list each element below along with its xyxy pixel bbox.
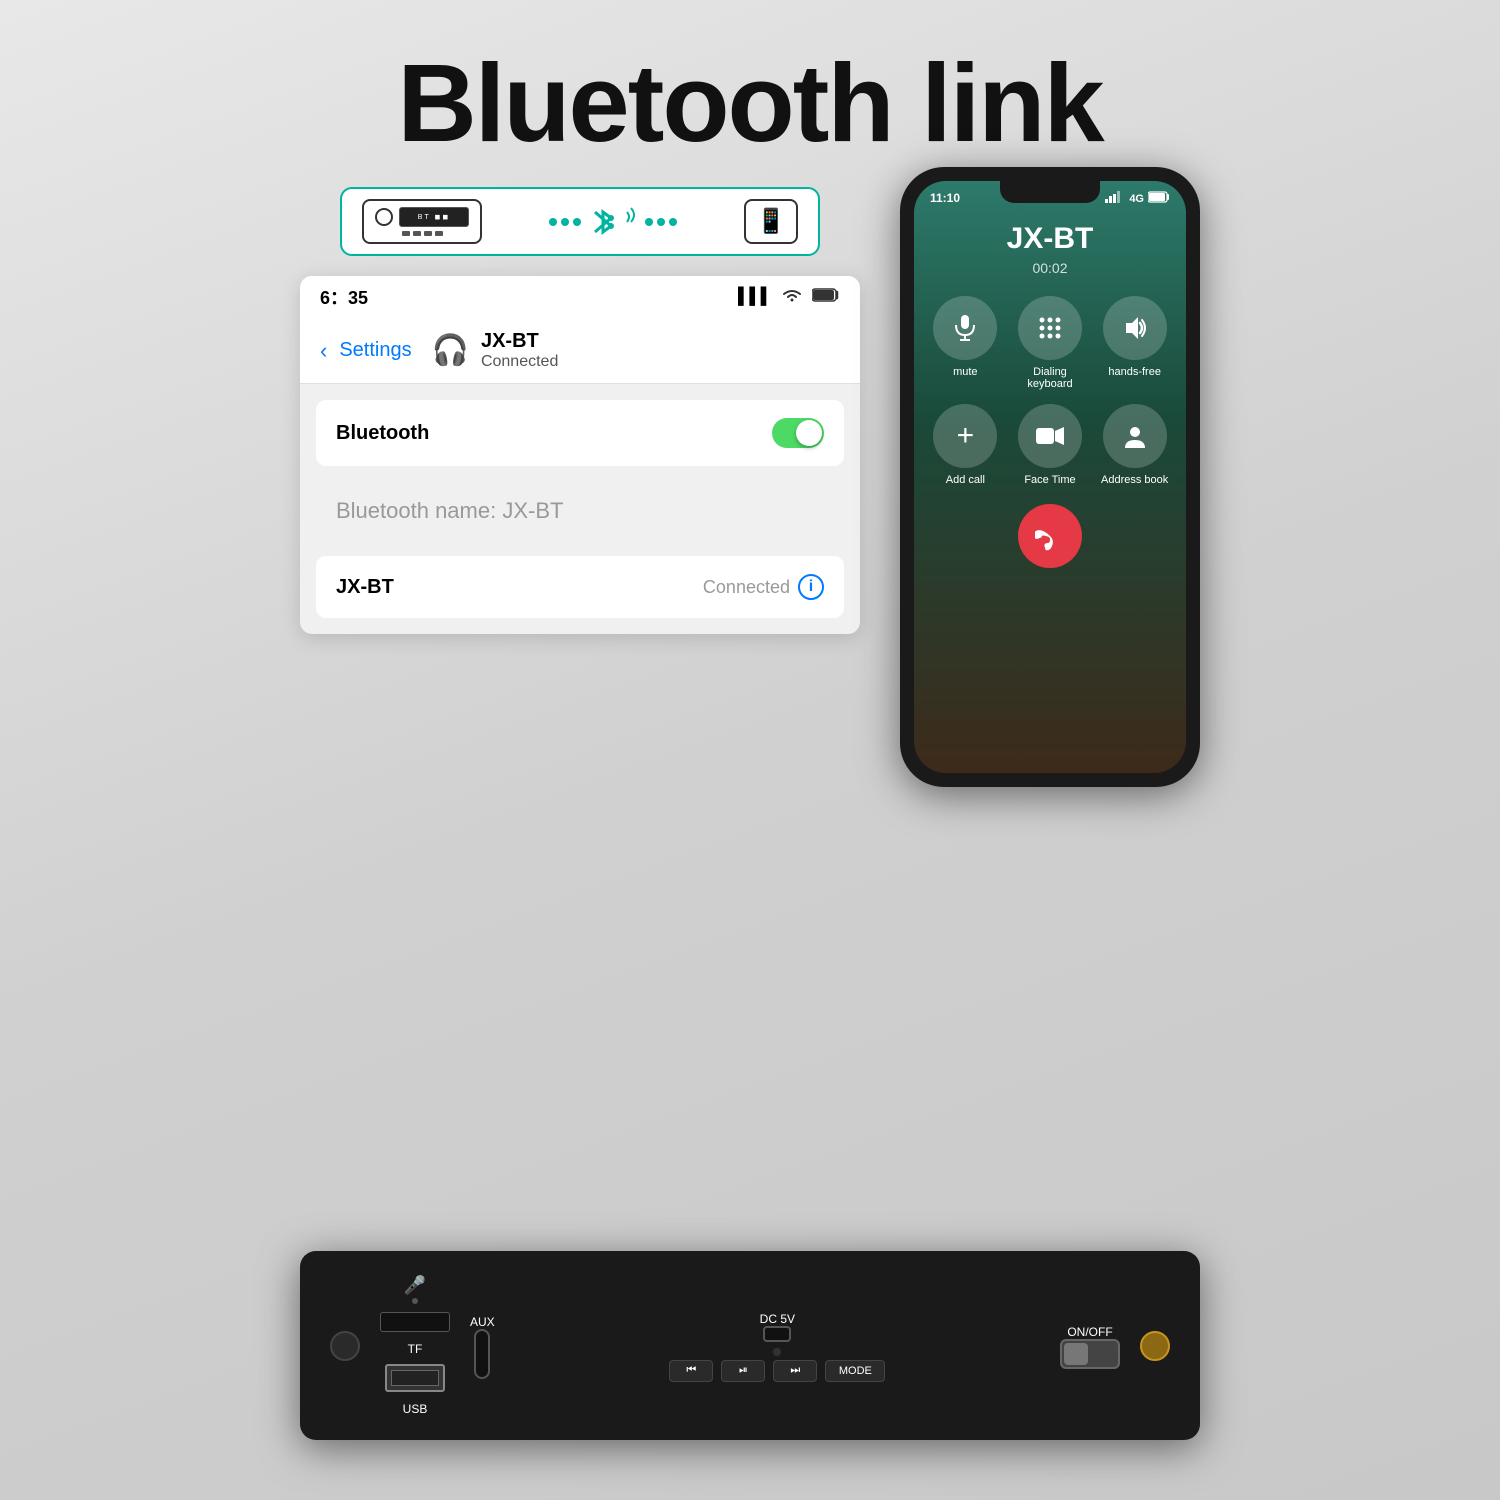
phone-status-right: 4G: [1105, 191, 1170, 206]
ios-bluetooth-header: ‹ Settings 🎧 JX-BT Connected: [300, 318, 860, 384]
address-book-icon: [1103, 404, 1167, 468]
info-button[interactable]: i: [798, 574, 824, 600]
add-call-button[interactable]: + Add call: [930, 404, 1001, 486]
add-call-icon: +: [933, 404, 997, 468]
usb-port: [385, 1364, 445, 1392]
connector-diagram: BT ◼◼: [340, 187, 820, 256]
back-arrow-icon[interactable]: ‹: [320, 338, 327, 364]
tf-label: TF: [408, 1342, 423, 1356]
call-contact-name: JX-BT: [914, 222, 1186, 256]
tf-card-slot: [380, 1312, 450, 1332]
settings-back-label[interactable]: Settings: [339, 339, 411, 362]
phone-time: 11:10: [930, 191, 960, 206]
prev-button[interactable]: ⏮: [669, 1360, 713, 1382]
phone-battery-icon: [1148, 191, 1170, 206]
signal-icon: ▌▌▌: [738, 288, 772, 306]
phone-call-screen: 11:10 4G: [914, 181, 1186, 773]
onoff-switch[interactable]: [1060, 1339, 1120, 1369]
phone-network-label: 4G: [1129, 193, 1144, 205]
ios-status-icons: ▌▌▌: [738, 286, 840, 309]
right-phone-panel: 11:10 4G: [900, 167, 1200, 787]
call-duration: 00:02: [914, 260, 1186, 276]
next-button[interactable]: ⏭: [773, 1360, 817, 1382]
onoff-label: ON/OFF: [1067, 1325, 1112, 1339]
playback-buttons-row: ⏮ ⏯ ⏭ MODE: [669, 1360, 885, 1382]
dc5v-label: DC 5V: [760, 1312, 795, 1326]
phone-small-icon: 📱: [744, 199, 798, 244]
hardware-board: 🎤 TF USB AUX DC 5V ⏮ ⏯ ⏭: [300, 1251, 1200, 1440]
aux-label: AUX: [470, 1315, 495, 1329]
keyboard-icon: [1018, 296, 1082, 360]
onoff-section: ON/OFF: [1060, 1323, 1120, 1369]
aux-port: [474, 1329, 490, 1379]
usb-label: USB: [403, 1402, 428, 1416]
phone-signal-icon: [1105, 191, 1125, 206]
mute-button[interactable]: mute: [930, 296, 1001, 390]
page-title: Bluetooth link: [0, 0, 1500, 167]
bluetooth-devices-section: JX-BT Connected i: [316, 556, 844, 618]
dialing-keyboard-button[interactable]: Dialing keyboard: [1015, 296, 1086, 390]
aux-section: AUX: [470, 1313, 495, 1379]
ios-settings-screen: 6：35 ▌▌▌: [300, 276, 860, 634]
facetime-icon: [1018, 404, 1082, 468]
add-call-label: Add call: [946, 474, 985, 486]
phone-notch: [1000, 181, 1100, 203]
microphone-section: 🎤: [404, 1275, 426, 1304]
board-corner-right: [1140, 1331, 1170, 1361]
bluetooth-device-status: Connected: [703, 577, 790, 598]
bluetooth-label: Bluetooth: [336, 422, 429, 445]
end-call-area: [914, 504, 1186, 568]
center-section: DC 5V ⏮ ⏯ ⏭ MODE: [515, 1310, 1040, 1382]
facetime-label: Face Time: [1024, 474, 1075, 486]
mic-icon: 🎤: [404, 1275, 426, 1296]
dialing-keyboard-label: Dialing keyboard: [1015, 366, 1086, 390]
bluetooth-toggle-section: Bluetooth: [316, 400, 844, 466]
bluetooth-name-section: Bluetooth name: JX-BT: [300, 482, 860, 540]
board-corner-left-top: [330, 1331, 360, 1361]
ports-section: 🎤 TF USB: [380, 1275, 450, 1416]
call-buttons-grid: mute: [914, 276, 1186, 494]
wifi-icon: [780, 286, 804, 309]
led-indicator: [773, 1348, 781, 1356]
bluetooth-toggle[interactable]: [772, 418, 824, 448]
mute-label: mute: [953, 366, 977, 378]
mode-section: MODE: [825, 1360, 885, 1382]
usb-c-port: [763, 1326, 791, 1342]
hands-free-label: hands-free: [1108, 366, 1161, 378]
bluetooth-device-name: JX-BT: [336, 576, 394, 599]
audio-module-icon: BT ◼◼: [362, 199, 482, 244]
hands-free-button[interactable]: hands-free: [1099, 296, 1170, 390]
phone-frame: 11:10 4G: [900, 167, 1200, 787]
bluetooth-toggle-row: Bluetooth: [316, 400, 844, 466]
bluetooth-name-text: Bluetooth name: JX-BT: [336, 498, 563, 523]
headphone-icon: 🎧: [432, 333, 469, 368]
address-book-button[interactable]: Address book: [1099, 404, 1170, 486]
end-call-button[interactable]: [1018, 504, 1082, 568]
address-book-label: Address book: [1101, 474, 1168, 486]
mode-button[interactable]: MODE: [825, 1360, 885, 1382]
play-pause-button[interactable]: ⏯: [721, 1360, 765, 1382]
connected-device-status: Connected: [481, 353, 558, 371]
bluetooth-connection-arrow: [492, 204, 734, 240]
facetime-button[interactable]: Face Time: [1015, 404, 1086, 486]
ios-time: 6：35: [320, 284, 368, 310]
dc5v-section: DC 5V: [760, 1310, 795, 1356]
speaker-icon: [1103, 296, 1167, 360]
bluetooth-device-row[interactable]: JX-BT Connected i: [316, 556, 844, 618]
mute-icon: [933, 296, 997, 360]
connected-device-name: JX-BT: [481, 330, 558, 353]
ios-status-bar: 6：35 ▌▌▌: [300, 276, 860, 318]
battery-icon: [812, 287, 840, 308]
left-panel: BT ◼◼: [300, 187, 860, 634]
